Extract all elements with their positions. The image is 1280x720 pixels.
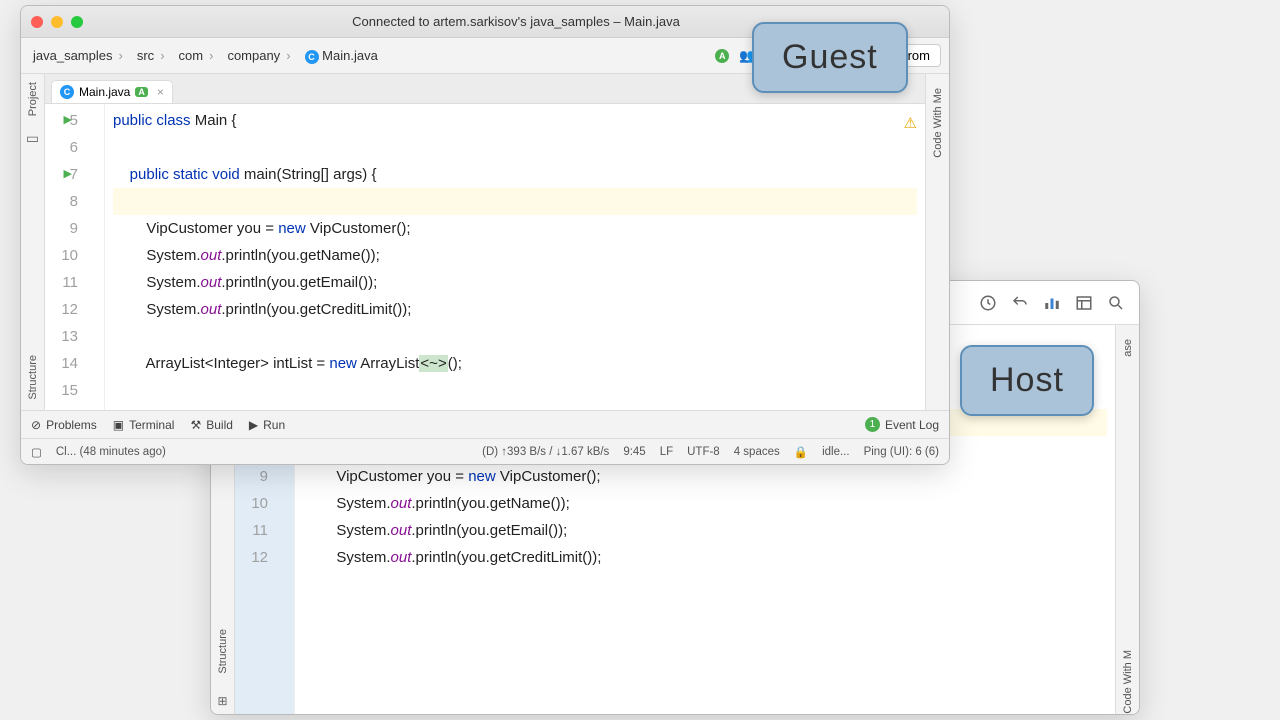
tab-label: Main.java — [79, 85, 130, 99]
terminal-icon: ▣ — [113, 418, 124, 432]
host-label-bubble: Host — [960, 345, 1094, 416]
status-bar: ▢ Cl... (48 minutes ago) (D) ↑393 B/s / … — [21, 438, 949, 464]
guest-label-bubble: Guest — [752, 22, 908, 93]
breadcrumb[interactable]: company — [223, 46, 294, 65]
tool-window-bar: ⊘Problems ▣Terminal ⚒Build ▶Run 1Event L… — [21, 410, 949, 438]
class-icon: C — [305, 50, 319, 64]
line-sep[interactable]: LF — [660, 446, 673, 458]
build-tool[interactable]: ⚒Build — [190, 418, 232, 432]
vcs-badge-icon[interactable]: A — [715, 49, 729, 63]
structure-tool[interactable]: Structure — [217, 629, 229, 674]
history-icon[interactable] — [979, 294, 997, 312]
breadcrumb[interactable]: com — [175, 46, 218, 65]
structure-tool[interactable]: Structure — [27, 355, 39, 400]
sidebar-toggle-icon[interactable]: ▢ — [31, 445, 42, 459]
vcs-status[interactable]: Cl... (48 minutes ago) — [56, 446, 166, 458]
undo-icon[interactable] — [1011, 294, 1029, 312]
left-tool-rail: Project ▭ Structure — [21, 74, 45, 410]
class-icon: C — [60, 85, 74, 99]
minimize-icon[interactable] — [51, 16, 63, 28]
hammer-icon: ⚒ — [190, 418, 201, 432]
database-tool[interactable]: ase — [1122, 339, 1134, 357]
project-icon[interactable]: ▭ — [26, 130, 39, 147]
editor[interactable]: 5▶67▶89101112131415 ⚠public class Main {… — [45, 104, 925, 410]
event-count-badge: 1 — [865, 417, 880, 432]
maximize-icon[interactable] — [71, 16, 83, 28]
stats-icon[interactable] — [1043, 294, 1061, 312]
breadcrumb[interactable]: src — [133, 46, 169, 65]
code-with-me-tool[interactable]: Code With M — [1122, 650, 1134, 714]
vcs-badge: A — [135, 87, 148, 97]
right-tool-rail: ase Code With M — [1115, 325, 1139, 714]
project-tool[interactable]: Project — [27, 82, 39, 116]
breadcrumb[interactable]: java_samples — [29, 46, 127, 65]
clock: 9:45 — [623, 446, 645, 458]
ping-status: Ping (UI): 6 (6) — [864, 446, 939, 458]
editor-tab[interactable]: C Main.java A × — [51, 80, 173, 103]
network-status: (D) ↑393 B/s / ↓1.67 kB/s — [482, 446, 609, 458]
warning-icon[interactable]: ⚠ — [904, 110, 917, 137]
breadcrumb[interactable]: C Main.java — [301, 46, 382, 66]
structure-icon[interactable]: ⊞ — [217, 694, 227, 708]
code-with-me-tool[interactable]: Code With Me — [932, 88, 944, 158]
event-log-tool[interactable]: 1Event Log — [865, 417, 939, 432]
idle-status: idle... — [822, 446, 850, 458]
problems-icon: ⊘ — [31, 418, 41, 432]
search-icon[interactable] — [1107, 294, 1125, 312]
indent[interactable]: 4 spaces — [734, 446, 780, 458]
terminal-tool[interactable]: ▣Terminal — [113, 418, 175, 432]
run-tool[interactable]: ▶Run — [249, 418, 285, 432]
lock-icon[interactable]: 🔒 — [794, 445, 808, 459]
encoding[interactable]: UTF-8 — [687, 446, 720, 458]
layout-icon[interactable] — [1075, 294, 1093, 312]
close-tab-icon[interactable]: × — [157, 85, 164, 99]
close-icon[interactable] — [31, 16, 43, 28]
right-tool-rail: Code With Me — [925, 74, 949, 410]
problems-tool[interactable]: ⊘Problems — [31, 418, 97, 432]
play-icon: ▶ — [249, 418, 258, 432]
